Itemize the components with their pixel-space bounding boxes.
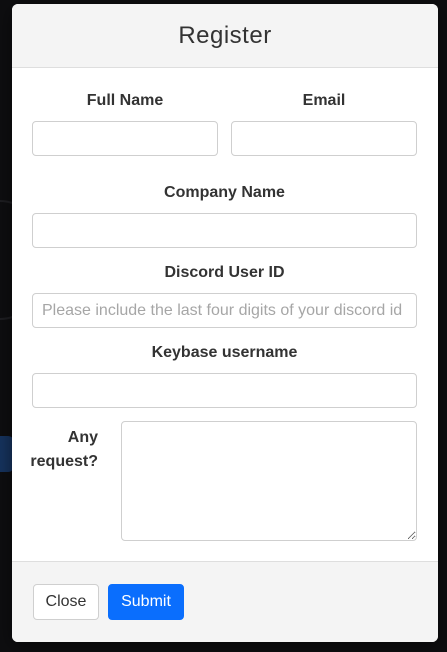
submit-button[interactable]: Submit [108,584,184,620]
any-request-textarea[interactable] [121,421,417,541]
close-button[interactable]: Close [33,584,99,620]
any-request-label-line2: request? [30,453,98,470]
keybase-username-label: Keybase username [151,344,298,361]
full-name-label: Full Name [86,92,164,109]
modal-body: Full Name Email Company Name Discord Use… [12,68,438,561]
company-name-label: Company Name [164,184,285,201]
discord-user-id-label: Discord User ID [164,264,285,281]
discord-user-id-input[interactable] [32,293,417,328]
register-modal: Register Full Name Email Company Name Di… [12,4,438,642]
any-request-label-line1: Any [67,429,98,446]
keybase-username-input[interactable] [32,373,417,408]
company-name-input[interactable] [32,213,417,248]
email-input[interactable] [231,121,417,156]
modal-header: Register [12,4,438,68]
modal-footer: Close Submit [12,561,438,642]
any-request-label: Any request? [22,426,98,474]
email-label: Email [302,92,346,109]
full-name-input[interactable] [32,121,218,156]
modal-title: Register [178,21,272,49]
